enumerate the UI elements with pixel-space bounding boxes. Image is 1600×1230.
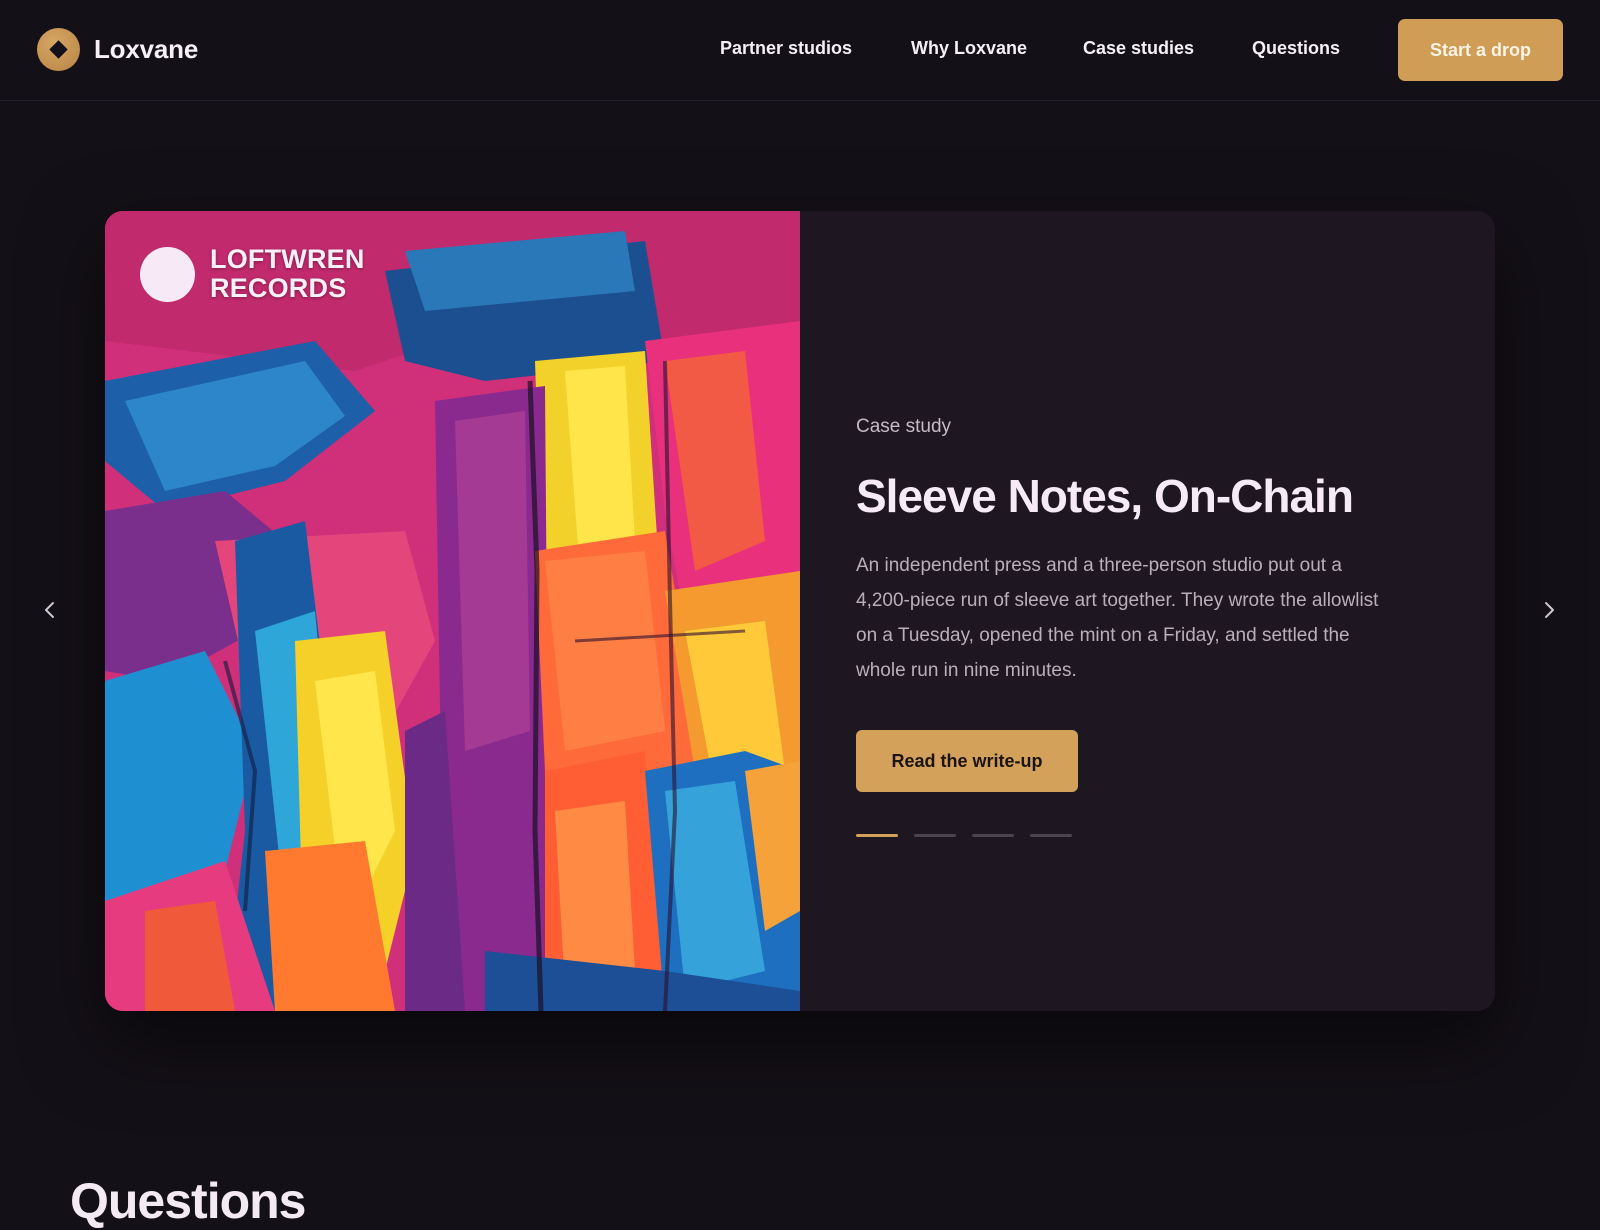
nav-link-case-studies[interactable]: Case studies (1083, 38, 1194, 59)
slide-eyebrow: Case study (856, 416, 952, 437)
label-name-line2: RECORDS (210, 273, 347, 303)
nav-link-why-loxvane[interactable]: Why Loxvane (911, 38, 1027, 59)
start-drop-button[interactable]: Start a drop (1398, 19, 1563, 81)
carousel-dot-3[interactable] (972, 834, 1014, 837)
read-write-up-button[interactable]: Read the write-up (856, 730, 1078, 792)
case-study-slide: LOFTWREN RECORDS Case study Sleeve Notes… (105, 211, 1495, 1011)
carousel-dot-2[interactable] (914, 834, 956, 837)
loftwren-records-badge: LOFTWREN RECORDS (140, 245, 365, 303)
label-name: LOFTWREN RECORDS (210, 245, 365, 303)
carousel-dot-4[interactable] (1030, 834, 1072, 837)
main-nav: Partner studios Why Loxvane Case studies… (0, 38, 1600, 62)
slide-content: Case study Sleeve Notes, On-Chain An ind… (856, 211, 1456, 1011)
carousel-pagination (856, 834, 1088, 837)
chevron-left-icon[interactable] (38, 598, 62, 622)
carousel-dot-1[interactable] (856, 834, 898, 837)
label-name-line1: LOFTWREN (210, 244, 365, 274)
top-navigation: Loxvane Partner studios Why Loxvane Case… (0, 0, 1600, 101)
slide-title: Sleeve Notes, On-Chain (856, 470, 1354, 522)
abstract-painting-image: LOFTWREN RECORDS (105, 211, 800, 1011)
nav-link-partner-studios[interactable]: Partner studios (720, 38, 852, 59)
questions-section-title: Questions (70, 1173, 306, 1229)
slide-description: An independent press and a three-person … (856, 555, 1379, 681)
chevron-right-icon[interactable] (1537, 598, 1561, 622)
label-circle-icon (140, 246, 195, 302)
nav-link-questions[interactable]: Questions (1252, 38, 1340, 59)
